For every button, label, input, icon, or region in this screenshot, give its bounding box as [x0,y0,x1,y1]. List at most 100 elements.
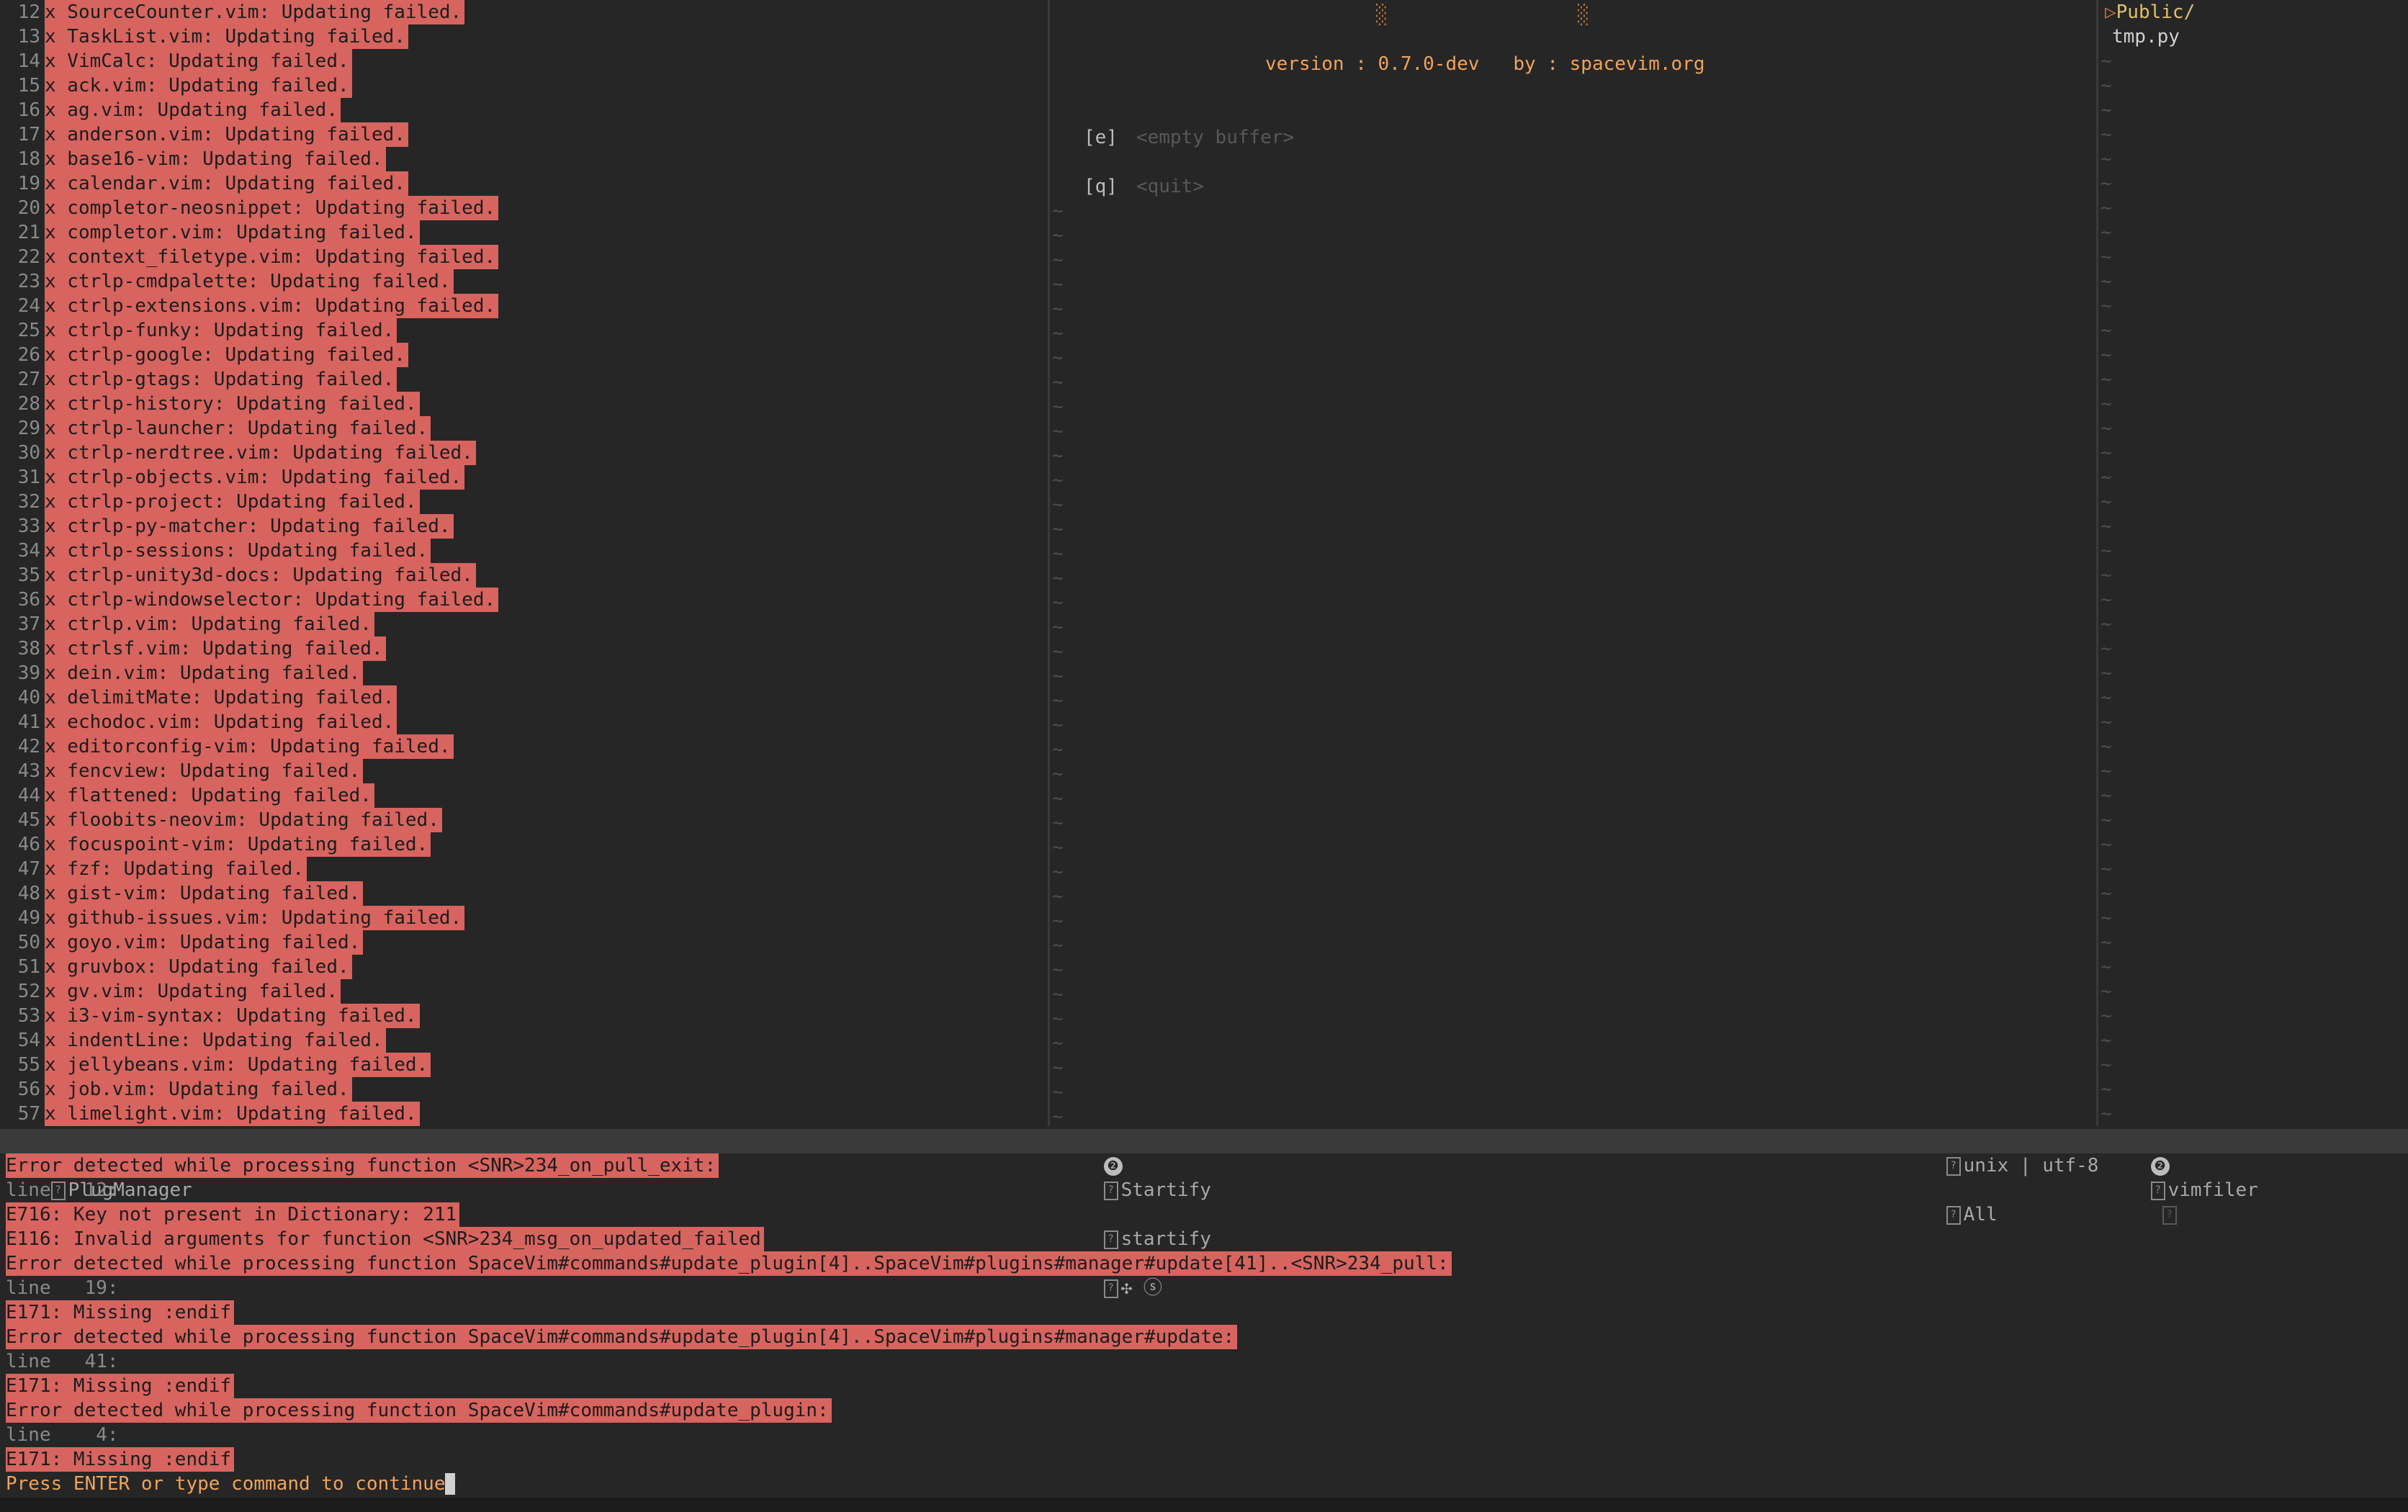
plugin-status-line[interactable]: 26 x ctrlp-google: Updating failed. [0,343,1048,367]
empty-line-tilde: ~ [2101,834,2112,855]
plugin-status-line[interactable]: 38 x ctrlsf.vim: Updating failed. [0,636,1048,661]
plugin-status-line[interactable]: 17 x anderson.vim: Updating failed. [0,122,1048,147]
plugmanager-window[interactable]: 12 x SourceCounter.vim: Updating failed. 1… [0,0,1048,1126]
line-number: 29 [17,418,40,439]
plugin-status-line[interactable]: 52 x gv.vim: Updating failed. [0,979,1048,1004]
line-number: 54 [17,1030,40,1051]
plugin-status-line[interactable]: 25 x ctrlp-funky: Updating failed. [0,318,1048,343]
plugin-status-line[interactable]: 20 x completor-neosnippet: Updating faile… [0,196,1048,220]
statusline-startify[interactable]: ❷ ?Startify ?startify ?✣ ⓢ ?? [1059,1129,1211,1347]
plugin-status-line[interactable]: 41 x echodoc.vim: Updating failed. [0,710,1048,734]
plugin-status-line[interactable]: 55 x jellybeans.vim: Updating failed. [0,1053,1048,1077]
plugin-status-line[interactable]: 21 x completor.vim: Updating failed. [0,220,1048,245]
plugin-status-line[interactable]: 16 x ag.vim: Updating failed. [0,98,1048,122]
plugin-status-line[interactable]: 31 x ctrlp-objects.vim: Updating failed. [0,465,1048,490]
plugin-status-line[interactable]: 23 x ctrlp-cmdpalette: Updating failed. [0,269,1048,294]
plugin-update-failed-text: x ctrlp-history: Updating failed. [45,392,420,416]
plugin-status-line[interactable]: 30 x ctrlp-nerdtree.vim: Updating failed. [0,441,1048,465]
empty-line-tilde: ~ [2101,124,2112,145]
line-number: 15 [17,75,40,96]
plugin-status-line[interactable]: 14 x VimCalc: Updating failed. [0,49,1048,73]
plugin-status-line[interactable]: 43 x fencview: Updating failed. [0,759,1048,783]
plugin-status-line[interactable]: 13 x TaskList.vim: Updating failed. [0,24,1048,49]
plugin-status-line[interactable]: 51 x gruvbox: Updating failed. [0,955,1048,979]
empty-line-tilde: ~ [1052,910,1064,932]
entry-label: <empty buffer> [1136,127,1295,148]
plugin-status-line[interactable]: 19 x calendar.vim: Updating failed. [0,171,1048,196]
plugin-status-line[interactable]: 22 x context_filetype.vim: Updating faile… [0,245,1048,269]
plugin-update-failed-text: x gist-vim: Updating failed. [45,881,364,906]
startify-window[interactable]: ░ ░ version : 0.7.0-dev by : spacevim.or… [1048,0,2096,1126]
plugin-status-line[interactable]: 53 x i3-vim-syntax: Updating failed. [0,1004,1048,1028]
plugin-update-failed-text: x ctrlp-unity3d-docs: Updating failed. [45,563,476,588]
line-number: 21 [17,222,40,243]
empty-line-tilde: ~ [2101,687,2112,708]
plugin-status-line[interactable]: 42 x editorconfig-vim: Updating failed. [0,734,1048,759]
plugin-status-line[interactable]: 47 x fzf: Updating failed. [0,857,1048,881]
startify-entry-quit[interactable]: [q] <quit> [1084,174,1204,199]
plugin-status-line[interactable]: 50 x goyo.vim: Updating failed. [0,930,1048,955]
line-number: 35 [17,564,40,586]
vimfiler-item-public[interactable]: ▷ Public/ [2096,0,2408,24]
empty-line-tilde: ~ [1052,225,1064,246]
plugin-status-line[interactable]: 45 x floobits-neovim: Updating failed. [0,808,1048,832]
error-message-line: E171: Missing :endif [0,1447,2408,1472]
statusline-vimfiler[interactable]: ❷ ? vimfiler ? [2106,1129,2258,1225]
plugin-status-line[interactable]: 37 x ctrlp.vim: Updating failed. [0,612,1048,636]
plugin-status-line[interactable]: 34 x ctrlp-sessions: Updating failed. [0,539,1048,563]
plugin-status-line[interactable]: 27 x ctrlp-gtags: Updating failed. [0,367,1048,392]
plugin-status-line[interactable]: 24 x ctrlp-extensions.vim: Updating faile… [0,294,1048,318]
empty-line-tilde: ~ [2101,75,2112,96]
plugin-status-line[interactable]: 15 x ack.vim: Updating failed. [0,73,1048,98]
plugin-status-line[interactable]: 57 x limelight.vim: Updating failed. [0,1102,1048,1126]
plugin-status-line[interactable]: 12 x SourceCounter.vim: Updating failed. [0,0,1048,24]
plugin-update-failed-text: x indentLine: Updating failed. [45,1028,386,1053]
empty-line-tilde: ~ [1052,274,1064,295]
empty-line-tilde: ~ [2101,295,2112,317]
plugin-status-line[interactable]: 32 x ctrlp-project: Updating failed. [0,490,1048,514]
plugin-update-failed-text: x completor.vim: Updating failed. [45,220,420,245]
plugin-status-line[interactable]: 48 x gist-vim: Updating failed. [0,881,1048,906]
line-number: 39 [17,662,40,684]
plugin-status-line[interactable]: 36 x ctrlp-windowselector: Updating faile… [0,588,1048,612]
plugin-status-line[interactable]: 39 x dein.vim: Updating failed. [0,661,1048,685]
plugin-update-failed-text: x ctrlp-sessions: Updating failed. [45,539,431,563]
line-number: 18 [17,148,40,170]
vimfiler-item-tmp-py[interactable]: tmp.py [2096,24,2408,49]
command-prompt[interactable]: Press ENTER or type command to continue [0,1472,2408,1496]
plugin-status-line[interactable]: 28 x ctrlp-history: Updating failed. [0,392,1048,416]
plugin-status-line[interactable]: 49 x github-issues.vim: Updating failed. [0,906,1048,930]
line-number: 19 [17,173,40,194]
empty-line-tilde: ~ [1052,763,1064,785]
empty-line-tilde: ~ [2101,1103,2112,1125]
startify-entry-empty-buffer[interactable]: [e] <empty buffer> [1084,125,1294,150]
line-number: 20 [17,197,40,219]
plugin-status-line[interactable]: 33 x ctrlp-py-matcher: Updating failed. [0,514,1048,539]
message-text: line 19: [6,1277,119,1299]
empty-line-tilde: ~ [1052,1106,1064,1126]
empty-line-tilde: ~ [2101,883,2112,904]
empty-line-tilde: ~ [1052,249,1064,271]
plugin-update-failed-text: x flattened: Updating failed. [45,783,374,808]
plugin-status-line[interactable]: 54 x indentLine: Updating failed. [0,1028,1048,1053]
prompt-text: Press ENTER or type command to continue [6,1473,446,1495]
plugin-status-line[interactable]: 40 x delimitMate: Updating failed. [0,685,1048,710]
message-text: E116: Invalid arguments for function <SN… [6,1227,764,1251]
plugin-status-line[interactable]: 29 x ctrlp-launcher: Updating failed. [0,416,1048,441]
plugin-status-line[interactable]: 35 x ctrlp-unity3d-docs: Updating failed. [0,563,1048,588]
plugin-status-line[interactable]: 18 x base16-vim: Updating failed. [0,147,1048,171]
line-number: 27 [17,369,40,390]
plugin-status-line[interactable]: 44 x flattened: Updating failed. [0,783,1048,808]
error-message-line: Error detected while processing function… [0,1398,2408,1423]
empty-line-tilde: ~ [2101,442,2112,464]
banner-block: ░ [1578,4,1589,26]
plugin-status-line[interactable]: 46 x focuspoint-vim: Updating failed. [0,832,1048,857]
plugin-update-failed-text: x delimitMate: Updating failed. [45,685,397,710]
plugin-update-failed-text: x ctrlp-nerdtree.vim: Updating failed. [45,441,476,465]
statusline-fileinfo: ? unix | utf-8 ? All [1901,1129,2098,1225]
vimfiler-window[interactable]: ▷ Public/ tmp.py ~ ~ ~ ~ ~ ~ ~ ~ ~ ~ ~ ~ ~ ~ ~ ~ ~ ~ ~ ~ ~ ~ ~… [2096,0,2408,1126]
empty-line-tilde: ~ [1052,984,1064,1005]
statusline-plugmanager[interactable]: ❶ ?PlugManager ? [6,1129,192,1225]
line-number: 53 [17,1005,40,1027]
plugin-status-line[interactable]: 56 x job.vim: Updating failed. [0,1077,1048,1102]
